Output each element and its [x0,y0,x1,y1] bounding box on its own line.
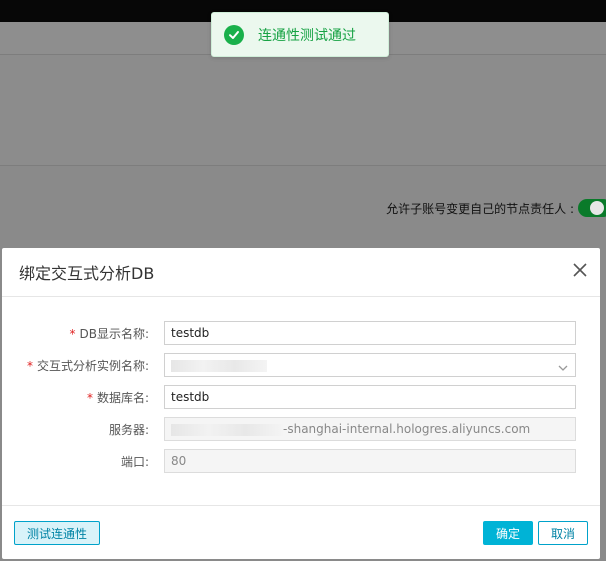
instance-name-select[interactable] [164,353,576,377]
database-name-label: * 数据库名: [86,391,149,405]
port-input: 80 [164,449,576,473]
database-name-input[interactable]: testdb [164,385,576,409]
redacted-value [171,359,267,372]
allow-owner-change-setting: 允许子账号变更自己的节点责任人 : [386,198,606,218]
test-connectivity-button[interactable]: 测试连通性 [14,521,100,545]
allow-owner-change-toggle[interactable] [578,199,606,217]
background-panel [0,55,606,166]
success-toast: 连通性测试通过 [211,12,389,57]
server-input: -shanghai-internal.hologres.aliyuncs.com [164,417,576,441]
form-row-database-name: * 数据库名: testdb [2,385,600,409]
dialog-footer: 测试连通性 确定 取消 [2,505,600,560]
check-circle-icon [224,24,244,45]
instance-name-label: * 交互式分析实例名称: [26,359,149,373]
dialog-header: 绑定交互式分析DB [2,248,600,297]
ok-button[interactable]: 确定 [483,521,533,545]
toast-message: 连通性测试通过 [258,27,356,44]
form-row-port: 端口: 80 [2,449,600,473]
form-row-server: 服务器: -shanghai-internal.hologres.aliyunc… [2,417,600,441]
cancel-button[interactable]: 取消 [538,521,588,545]
db-display-name-input[interactable]: testdb [164,321,576,345]
bind-db-dialog: 绑定交互式分析DB * DB显示名称: testdb * 交互式分析实例名称: * 数… [2,248,600,559]
close-icon[interactable] [570,260,590,280]
form-row-instance-name: * 交互式分析实例名称: [2,353,600,377]
form-row-db-display-name: * DB显示名称: testdb [2,321,600,345]
allow-owner-change-label: 允许子账号变更自己的节点责任人 : [386,201,574,216]
server-value: -shanghai-internal.hologres.aliyuncs.com [283,422,531,436]
chevron-down-icon [557,359,569,381]
server-label: 服务器: [108,423,149,437]
redacted-value [171,423,283,436]
db-display-name-label: * DB显示名称: [69,327,149,341]
dialog-title: 绑定交互式分析DB [19,264,155,283]
port-label: 端口: [120,455,149,469]
